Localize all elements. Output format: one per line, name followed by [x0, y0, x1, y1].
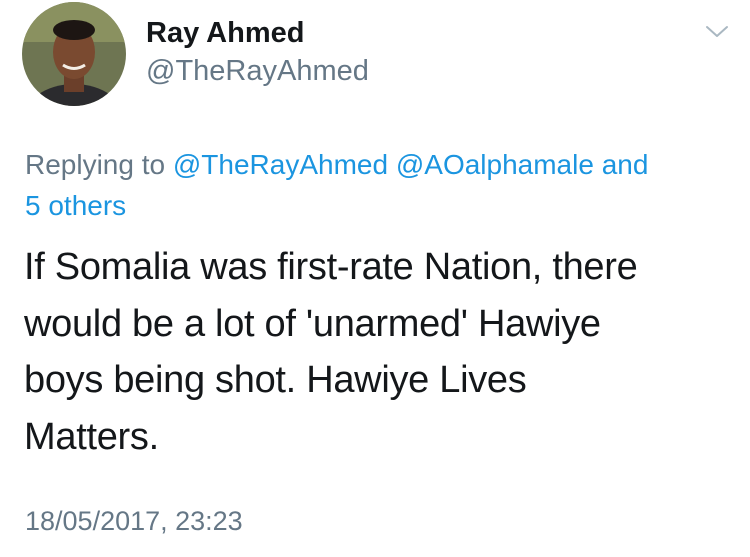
reply-connector[interactable]: and	[602, 149, 649, 180]
chevron-down-icon[interactable]	[702, 22, 732, 42]
tweet-text-line: boys being shot. Hawiye Lives	[24, 359, 527, 401]
tweet-text-line: If Somalia was first-rate Nation, there	[24, 246, 638, 288]
tweet-text: If Somalia was first-rate Nation, there …	[24, 239, 724, 465]
tweet-timestamp[interactable]: 18/05/2017, 23:23	[25, 503, 243, 539]
tweet-text-line: Matters.	[24, 415, 159, 458]
tweet-text-line: would be a lot of 'unarmed' Hawiye	[24, 302, 601, 345]
author-name[interactable]: Ray Ahmed	[146, 14, 304, 52]
tweet-card: Ray Ahmed @TheRayAhmed Replying to @TheR…	[0, 0, 750, 557]
reply-context: Replying to @TheRayAhmed @AOalphamale an…	[25, 144, 725, 226]
author-handle[interactable]: @TheRayAhmed	[146, 52, 369, 90]
avatar[interactable]	[22, 2, 126, 106]
reply-prefix: Replying to	[25, 149, 166, 180]
mention-link[interactable]: @AOalphamale	[396, 149, 594, 180]
mention-link[interactable]: @TheRayAhmed	[173, 149, 388, 180]
others-link[interactable]: 5 others	[25, 190, 126, 221]
